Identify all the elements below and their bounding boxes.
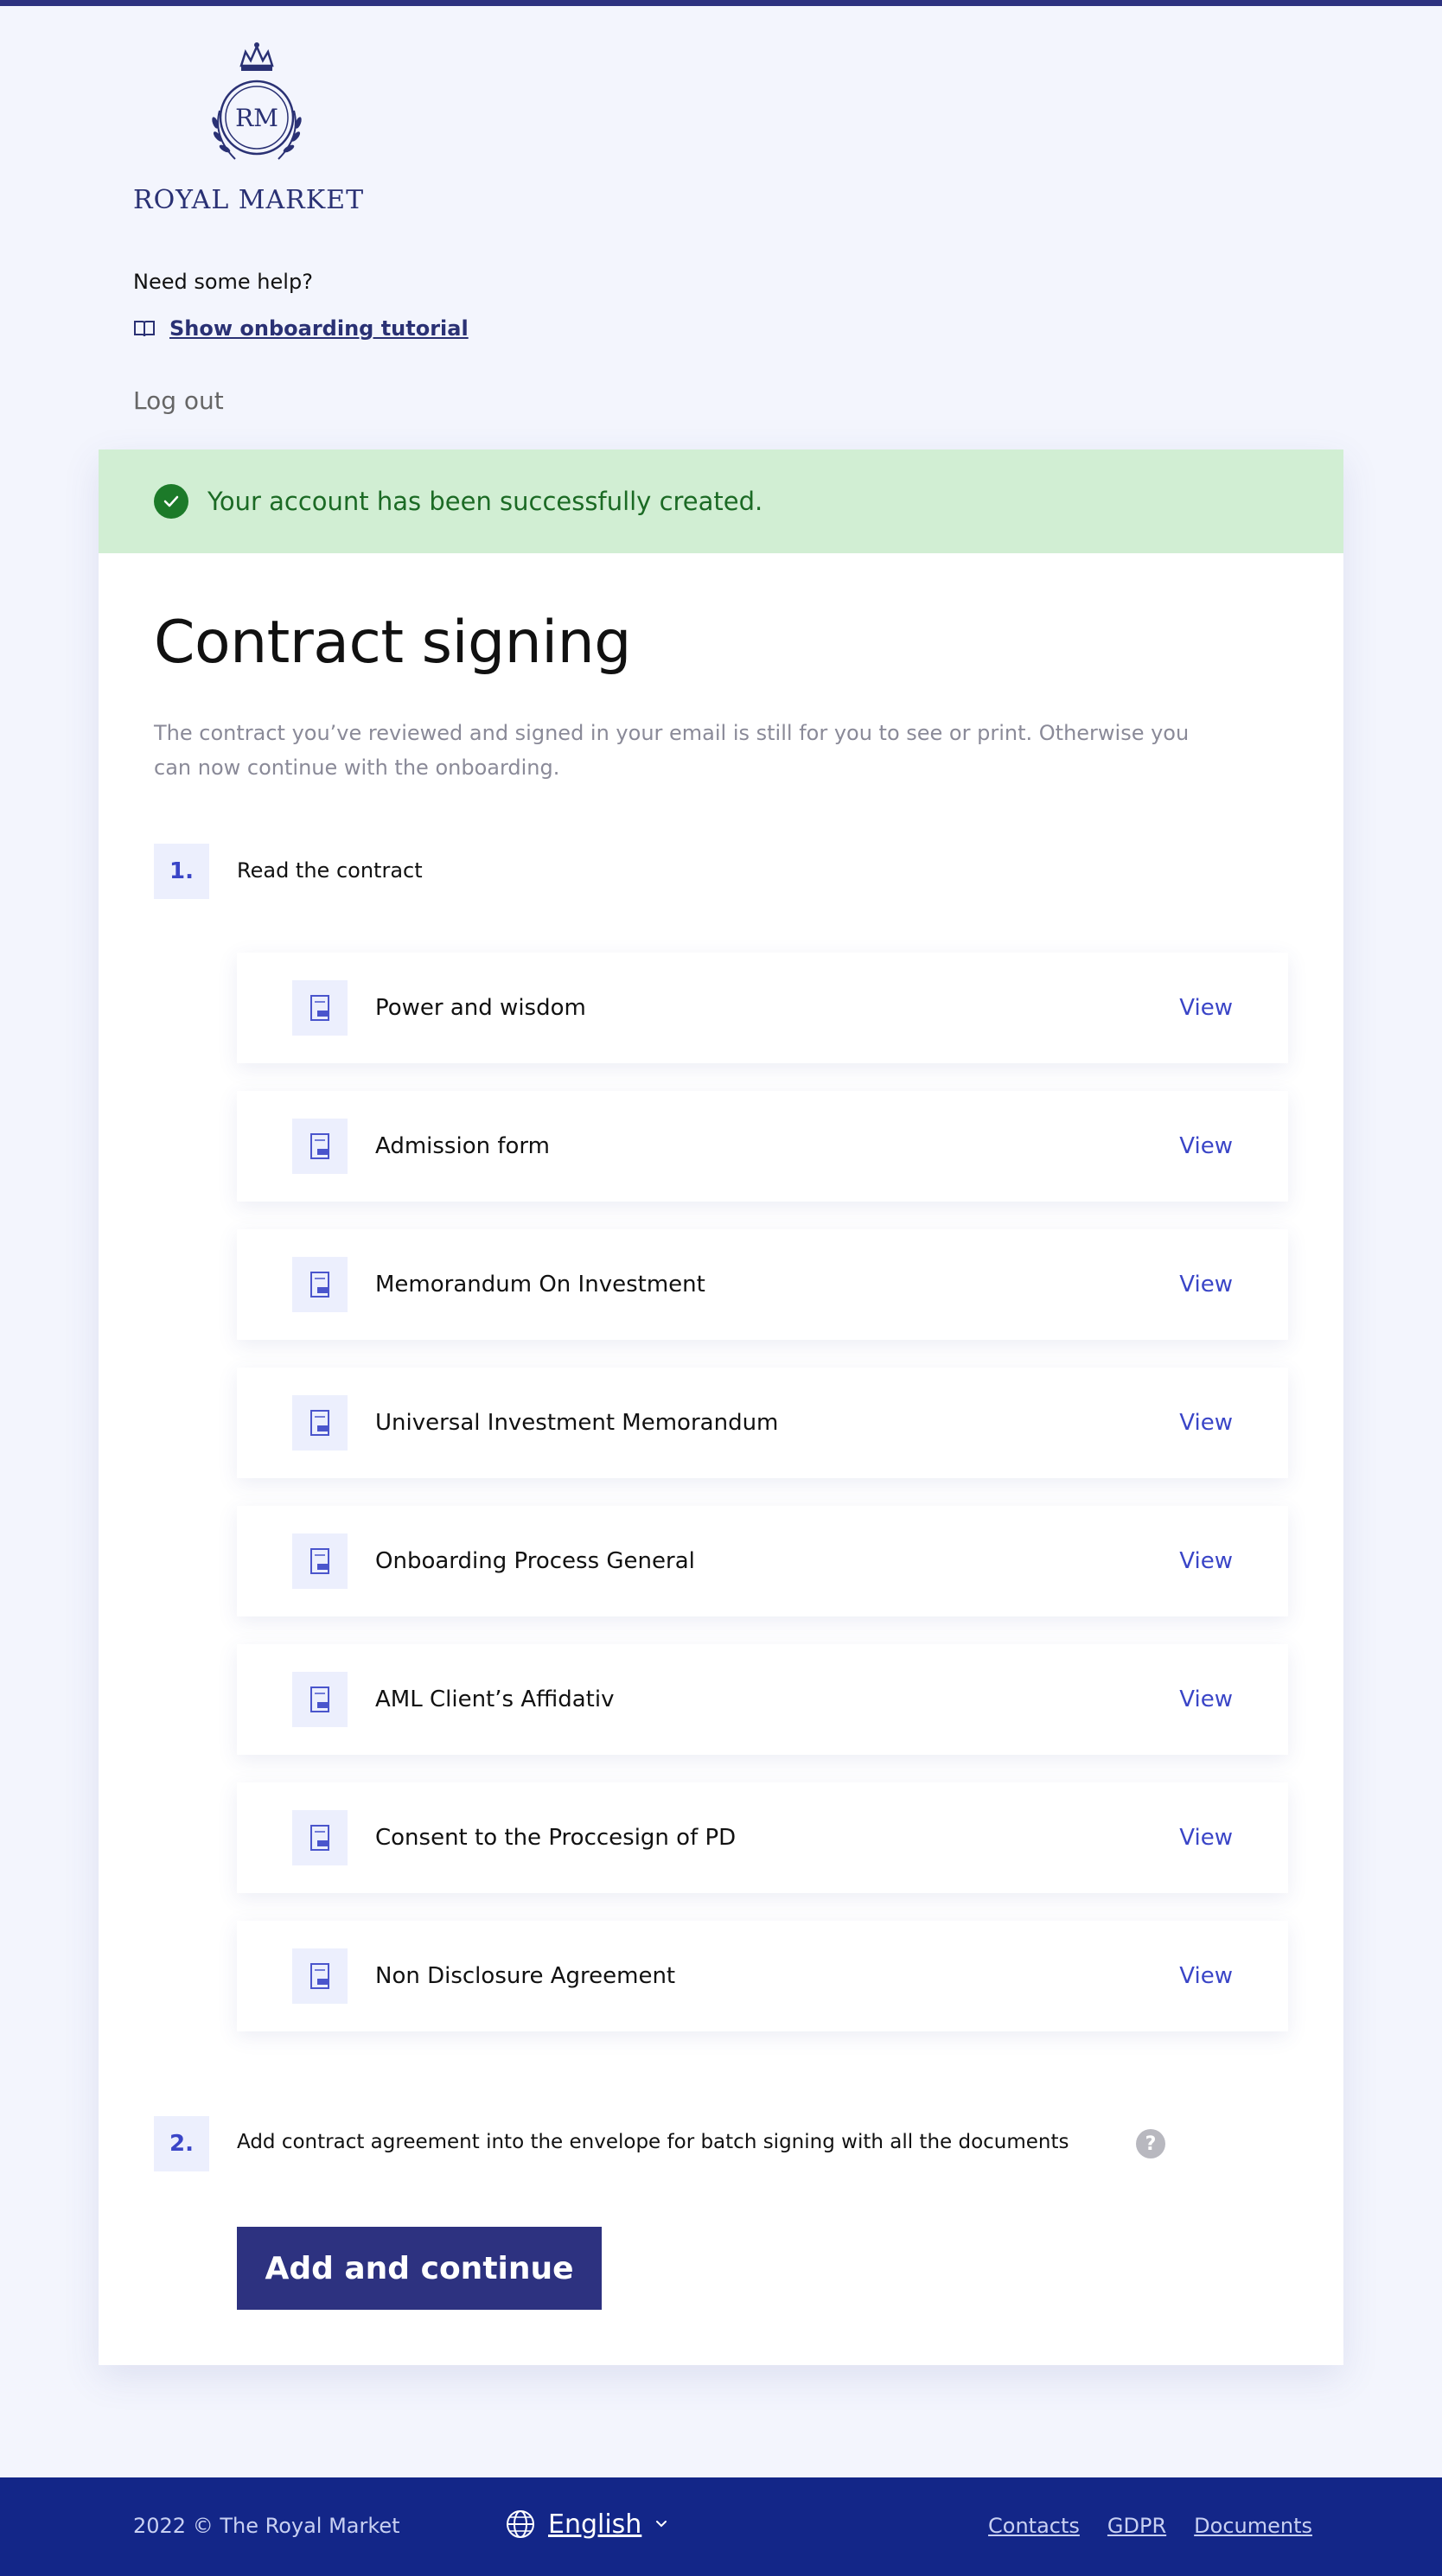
- svg-text:RM: RM: [235, 104, 278, 132]
- view-document-link[interactable]: View: [1179, 1687, 1233, 1712]
- page-description: The contract you’ve reviewed and signed …: [154, 721, 1190, 780]
- language-selector[interactable]: English: [505, 2509, 669, 2540]
- copyright-text: 2022 © The Royal Market: [133, 2514, 400, 2538]
- view-document-link[interactable]: View: [1179, 1272, 1233, 1298]
- document-item: Onboarding Process General View: [237, 1506, 1288, 1616]
- pdf-document-icon: [292, 1257, 348, 1312]
- document-name: Consent to the Proccesign of PD: [375, 1825, 737, 1851]
- step-1-number: 1.: [154, 844, 209, 899]
- view-document-link[interactable]: View: [1179, 1133, 1233, 1159]
- document-list: Power and wisdom View Admission form Vie…: [237, 953, 1288, 2059]
- view-document-link[interactable]: View: [1179, 1410, 1233, 1436]
- footer-links: Contacts GDPR Documents: [988, 2514, 1312, 2538]
- pdf-document-icon: [292, 980, 348, 1036]
- crest-icon: RM: [212, 42, 302, 160]
- chevron-down-icon: [656, 2521, 667, 2528]
- document-item: Memorandum On Investment View: [237, 1229, 1288, 1340]
- page-title: Contract signing: [154, 609, 631, 677]
- view-document-link[interactable]: View: [1179, 995, 1233, 1021]
- document-name: AML Client’s Affidativ: [375, 1687, 615, 1712]
- onboarding-tutorial-link[interactable]: Show onboarding tutorial: [133, 316, 469, 341]
- document-item: Non Disclosure Agreement View: [237, 1921, 1288, 2031]
- check-circle-icon: [154, 484, 188, 519]
- success-alert: Your account has been successfully creat…: [99, 450, 1343, 553]
- document-name: Universal Investment Memorandum: [375, 1410, 779, 1436]
- document-item: Consent to the Proccesign of PD View: [237, 1782, 1288, 1893]
- pdf-document-icon: [292, 1948, 348, 2004]
- tutorial-link-label: Show onboarding tutorial: [169, 316, 469, 341]
- view-document-link[interactable]: View: [1179, 1825, 1233, 1851]
- footer-link-gdpr[interactable]: GDPR: [1107, 2514, 1166, 2538]
- royal-market-logo[interactable]: RM ROYAL MARKET: [133, 40, 380, 221]
- step-2-label: Add contract agreement into the envelope…: [237, 2131, 1069, 2153]
- footer-link-documents[interactable]: Documents: [1194, 2514, 1312, 2538]
- step-2-number: 2.: [154, 2116, 209, 2171]
- view-document-link[interactable]: View: [1179, 1963, 1233, 1989]
- footer: 2022 © The Royal Market English Contacts…: [0, 2477, 1442, 2576]
- success-message: Your account has been successfully creat…: [207, 487, 763, 516]
- pdf-document-icon: [292, 1672, 348, 1727]
- document-name: Admission form: [375, 1133, 550, 1159]
- brand-name: ROYAL MARKET: [133, 185, 365, 215]
- document-item: AML Client’s Affidativ View: [237, 1644, 1288, 1755]
- logout-link[interactable]: Log out: [133, 386, 224, 415]
- add-and-continue-button[interactable]: Add and continue: [237, 2227, 602, 2310]
- document-item: Admission form View: [237, 1091, 1288, 1202]
- step-1-label: Read the contract: [237, 858, 423, 883]
- view-document-link[interactable]: View: [1179, 1548, 1233, 1574]
- document-name: Memorandum On Investment: [375, 1272, 705, 1298]
- top-accent-bar: [0, 0, 1442, 6]
- globe-icon: [507, 2510, 534, 2538]
- language-label: English: [548, 2509, 642, 2540]
- pdf-document-icon: [292, 1119, 348, 1174]
- document-item: Universal Investment Memorandum View: [237, 1368, 1288, 1478]
- help-tooltip-icon[interactable]: ?: [1136, 2129, 1165, 2158]
- book-icon: [134, 321, 155, 337]
- pdf-document-icon: [292, 1533, 348, 1589]
- pdf-document-icon: [292, 1810, 348, 1865]
- pdf-document-icon: [292, 1395, 348, 1451]
- contract-signing-card: Your account has been successfully creat…: [99, 450, 1343, 2365]
- footer-link-contacts[interactable]: Contacts: [988, 2514, 1080, 2538]
- document-name: Non Disclosure Agreement: [375, 1963, 676, 1989]
- help-title: Need some help?: [133, 270, 313, 294]
- document-name: Power and wisdom: [375, 995, 586, 1021]
- document-item: Power and wisdom View: [237, 953, 1288, 1063]
- document-name: Onboarding Process General: [375, 1548, 695, 1574]
